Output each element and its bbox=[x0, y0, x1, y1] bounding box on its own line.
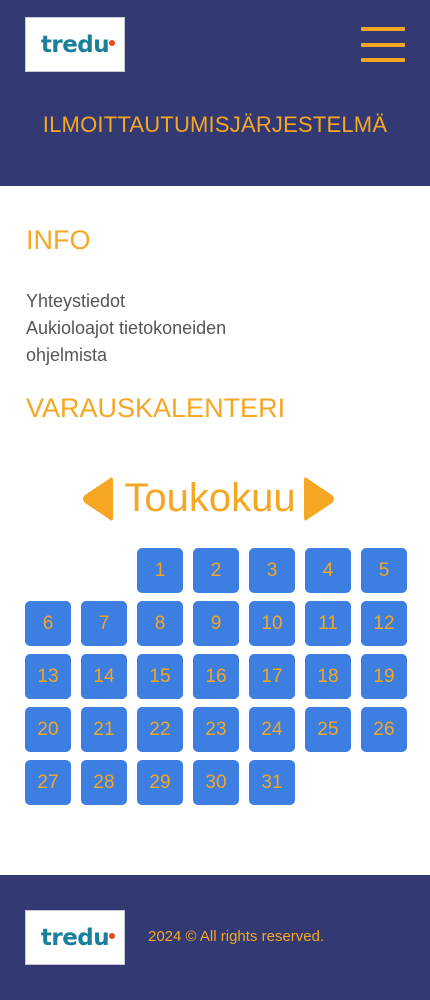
month-name: Toukokuu bbox=[124, 476, 296, 520]
calendar-day-2[interactable]: 2 bbox=[193, 548, 239, 593]
header: tredu ILMOITTAUTUMISJÄRJESTELMÄ bbox=[0, 0, 430, 186]
tredu-logo[interactable]: tredu bbox=[25, 17, 125, 72]
calendar-day-4[interactable]: 4 bbox=[305, 548, 351, 593]
calendar-day-17[interactable]: 17 bbox=[249, 654, 295, 699]
calendar-day-27[interactable]: 27 bbox=[25, 760, 71, 805]
hamburger-menu-icon[interactable] bbox=[361, 27, 405, 63]
menu-bar-middle bbox=[361, 43, 405, 47]
calendar-day-7[interactable]: 7 bbox=[81, 601, 127, 646]
menu-bar-bottom bbox=[361, 58, 405, 62]
calendar-day-30[interactable]: 30 bbox=[193, 760, 239, 805]
calendar-day-15[interactable]: 15 bbox=[137, 654, 183, 699]
calendar-day-22[interactable]: 22 bbox=[137, 707, 183, 752]
menu-bar-top bbox=[361, 27, 405, 31]
calendar-day-16[interactable]: 16 bbox=[193, 654, 239, 699]
calendar-day-24[interactable]: 24 bbox=[249, 707, 295, 752]
calendar-day-14[interactable]: 14 bbox=[81, 654, 127, 699]
calendar-day-3[interactable]: 3 bbox=[249, 548, 295, 593]
arrow-left-icon[interactable] bbox=[81, 475, 113, 523]
logo-dot-icon bbox=[109, 40, 115, 46]
footer-tredu-logo[interactable]: tredu bbox=[25, 910, 125, 965]
calendar-day-29[interactable]: 29 bbox=[137, 760, 183, 805]
calendar-day-19[interactable]: 19 bbox=[361, 654, 407, 699]
month-navigation: Toukokuu bbox=[0, 472, 430, 528]
calendar-day-1[interactable]: 1 bbox=[137, 548, 183, 593]
calendar-day-6[interactable]: 6 bbox=[25, 601, 71, 646]
calendar-day-18[interactable]: 18 bbox=[305, 654, 351, 699]
calendar-day-28[interactable]: 28 bbox=[81, 760, 127, 805]
calendar-day-5[interactable]: 5 bbox=[361, 548, 407, 593]
calendar-day-23[interactable]: 23 bbox=[193, 707, 239, 752]
footer-logo-dot-icon bbox=[109, 933, 115, 939]
calendar-day-12[interactable]: 12 bbox=[361, 601, 407, 646]
copyright-text: 2024 © All rights reserved. bbox=[148, 928, 325, 945]
calendar-day-20[interactable]: 20 bbox=[25, 707, 71, 752]
calendar-day-31[interactable]: 31 bbox=[249, 760, 295, 805]
calendar-day-10[interactable]: 10 bbox=[249, 601, 295, 646]
site-title: ILMOITTAUTUMISJÄRJESTELMÄ bbox=[42, 112, 388, 137]
calendar-day-21[interactable]: 21 bbox=[81, 707, 127, 752]
calendar-day-13[interactable]: 13 bbox=[25, 654, 71, 699]
info-heading: INFO bbox=[26, 225, 91, 255]
arrow-right-icon[interactable] bbox=[304, 475, 336, 523]
calendar-day-9[interactable]: 9 bbox=[193, 601, 239, 646]
calendar-day-25[interactable]: 25 bbox=[305, 707, 351, 752]
calendar-day-8[interactable]: 8 bbox=[137, 601, 183, 646]
calendar-heading: VARAUSKALENTERI bbox=[26, 393, 286, 423]
logo-text: tredu bbox=[40, 31, 110, 58]
opening-hours-link[interactable]: Aukioloajot tietokoneiden ohjelmista bbox=[26, 315, 286, 369]
contact-info-link[interactable]: Yhteystiedot bbox=[26, 288, 125, 315]
footer: tredu 2024 © All rights reserved. bbox=[0, 875, 430, 1000]
footer-logo-text: tredu bbox=[40, 924, 110, 951]
calendar-day-11[interactable]: 11 bbox=[305, 601, 351, 646]
calendar-day-26[interactable]: 26 bbox=[361, 707, 407, 752]
